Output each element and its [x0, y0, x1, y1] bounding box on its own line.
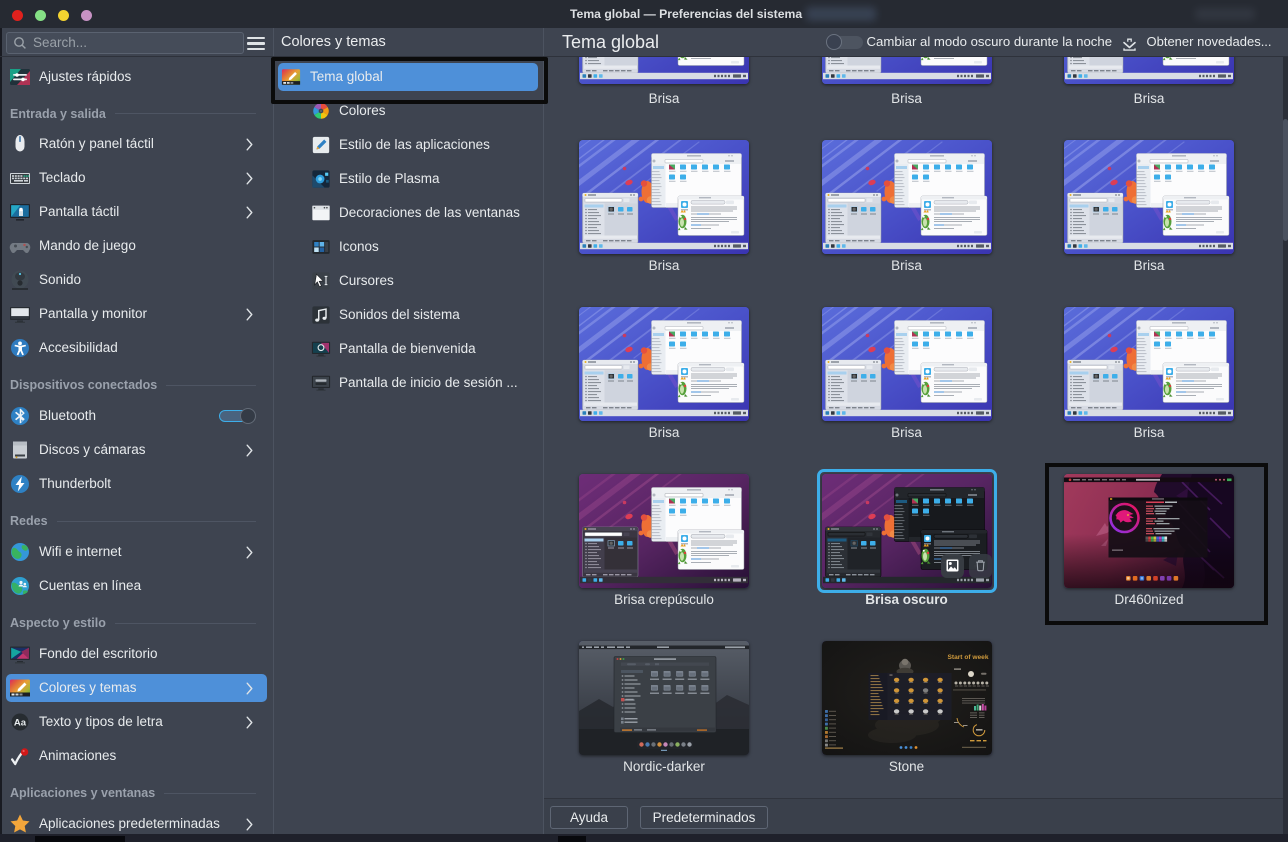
svg-text:Aa: Aa: [14, 718, 27, 729]
